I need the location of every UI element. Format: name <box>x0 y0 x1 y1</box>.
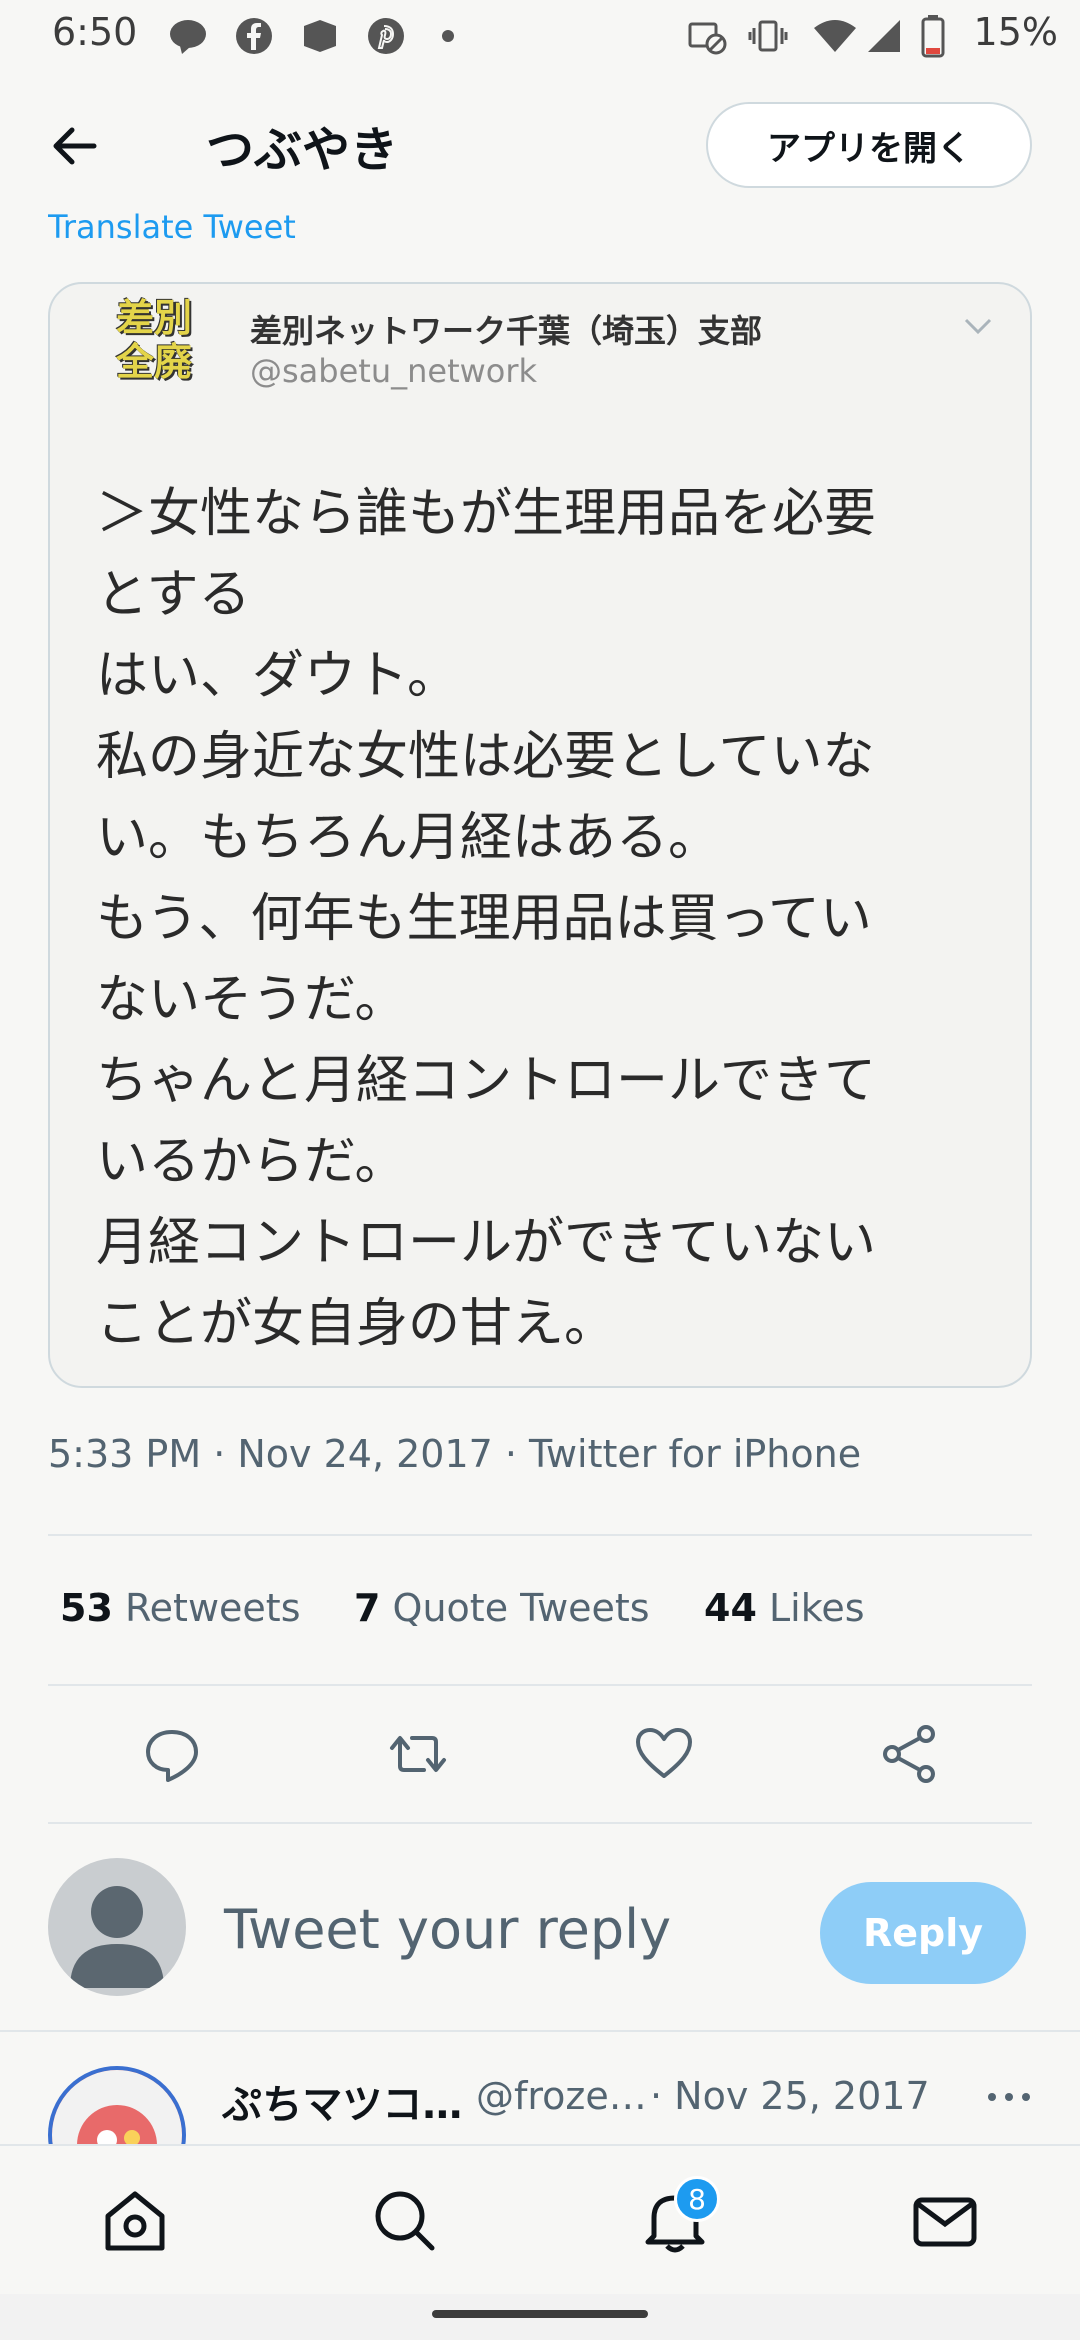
divider <box>48 1534 1032 1536</box>
logo-text-2: 全廃 <box>116 340 193 384</box>
retweets-count: 53 <box>60 1586 113 1630</box>
app-notification-icon <box>304 20 336 52</box>
retweets-stat[interactable]: 53 Retweets <box>60 1586 301 1630</box>
text-line: いるからだ。 <box>96 1132 407 1192</box>
quoted-author-handle: @sabetu_network <box>250 352 538 390</box>
battery-icon <box>921 15 945 58</box>
divider <box>48 1684 1032 1686</box>
text-line: ないそうだ。 <box>96 970 407 1030</box>
mail-icon[interactable] <box>910 2186 980 2256</box>
tweet-image[interactable]: 差別 全廃 差別ネットワーク千葉（埼玉）支部 @sabetu_network ＞… <box>48 282 1032 1388</box>
reply-date[interactable]: · Nov 25, 2017 <box>650 2074 930 2118</box>
text-line: はい、ダウト。 <box>96 646 459 706</box>
back-arrow-icon[interactable] <box>44 116 104 176</box>
open-app-button[interactable]: アプリを開く <box>706 102 1032 188</box>
top-header: つぶやき アプリを開く <box>0 72 1080 208</box>
reply-author-name[interactable]: ぷちマツコ… <box>222 2072 462 2130</box>
likes-count: 44 <box>704 1586 757 1630</box>
home-icon[interactable] <box>100 2186 170 2256</box>
default-avatar-icon <box>70 1886 164 1988</box>
like-icon[interactable] <box>632 1722 696 1786</box>
retweets-label: Retweets <box>124 1586 301 1630</box>
text-line: ちゃんと月経コントロールできて <box>96 1051 877 1111</box>
battery-percent: 15% <box>973 10 1058 54</box>
reply-icon[interactable] <box>140 1722 204 1786</box>
bottom-nav: 8 <box>0 2144 1080 2296</box>
dot-icon <box>442 30 454 42</box>
status-bar: 6:50 15% <box>0 0 1080 72</box>
line-app-icon <box>170 20 206 54</box>
translate-tweet-link[interactable]: Translate Tweet <box>48 208 296 244</box>
text-line: ことが女自身の甘え。 <box>96 1294 617 1354</box>
search-icon[interactable] <box>370 2186 440 2256</box>
text-line: 私の身近な女性は必要としていな <box>96 727 875 787</box>
status-time: 6:50 <box>52 10 138 54</box>
page-title: つぶやき <box>206 122 399 178</box>
quoted-author-name: 差別ネットワーク千葉（埼玉）支部 <box>250 312 763 350</box>
vibrate-icon <box>748 20 788 52</box>
avatar-logo: 差別 全廃 <box>116 296 208 384</box>
tweet-timestamp[interactable]: 5:33 PM · Nov 24, 2017 · Twitter for iPh… <box>48 1432 861 1476</box>
user-avatar <box>48 1858 186 1996</box>
notification-badge: 8 <box>674 2176 720 2222</box>
reply-input[interactable]: Tweet your reply <box>224 1898 671 1961</box>
text-line: ＞女性なら誰もが生理用品を必要 <box>96 484 877 544</box>
logo-text-1: 差別 <box>116 296 193 340</box>
wifi-icon <box>814 20 856 52</box>
text-line: もう、何年も生理用品は買ってい <box>96 889 872 949</box>
divider <box>0 2030 1080 2032</box>
quotes-count: 7 <box>354 1586 381 1630</box>
reply-button[interactable]: Reply <box>820 1882 1026 1984</box>
quote-tweets-stat[interactable]: 7 Quote Tweets <box>354 1586 650 1630</box>
chevron-down-icon <box>964 318 992 335</box>
tweet-stats: 53 Retweets 7 Quote Tweets 44 Likes <box>60 1586 1020 1636</box>
reply-author-handle[interactable]: @froze… <box>476 2074 647 2118</box>
likes-stat[interactable]: 44 Likes <box>704 1586 865 1630</box>
text-line: とする <box>96 565 251 625</box>
more-icon[interactable] <box>984 2082 1034 2112</box>
text-line: い。もちろん月経はある。 <box>96 808 721 868</box>
quotes-label: Quote Tweets <box>392 1586 650 1630</box>
share-icon[interactable] <box>878 1722 942 1786</box>
text-line: 月経コントロールができていない <box>96 1213 877 1273</box>
retweet-icon[interactable] <box>386 1722 450 1786</box>
quoted-tweet-text: ＞女性なら誰もが生理用品を必要 とする はい、ダウト。 私の身近な女性は必要とし… <box>96 474 996 1365</box>
divider <box>48 1822 1032 1824</box>
no-sim-icon <box>688 22 727 55</box>
gesture-bar[interactable] <box>432 2310 648 2318</box>
signal-icon <box>868 20 900 52</box>
facebook-icon <box>236 18 272 54</box>
pinterest-icon <box>368 18 404 54</box>
likes-label: Likes <box>768 1586 865 1630</box>
